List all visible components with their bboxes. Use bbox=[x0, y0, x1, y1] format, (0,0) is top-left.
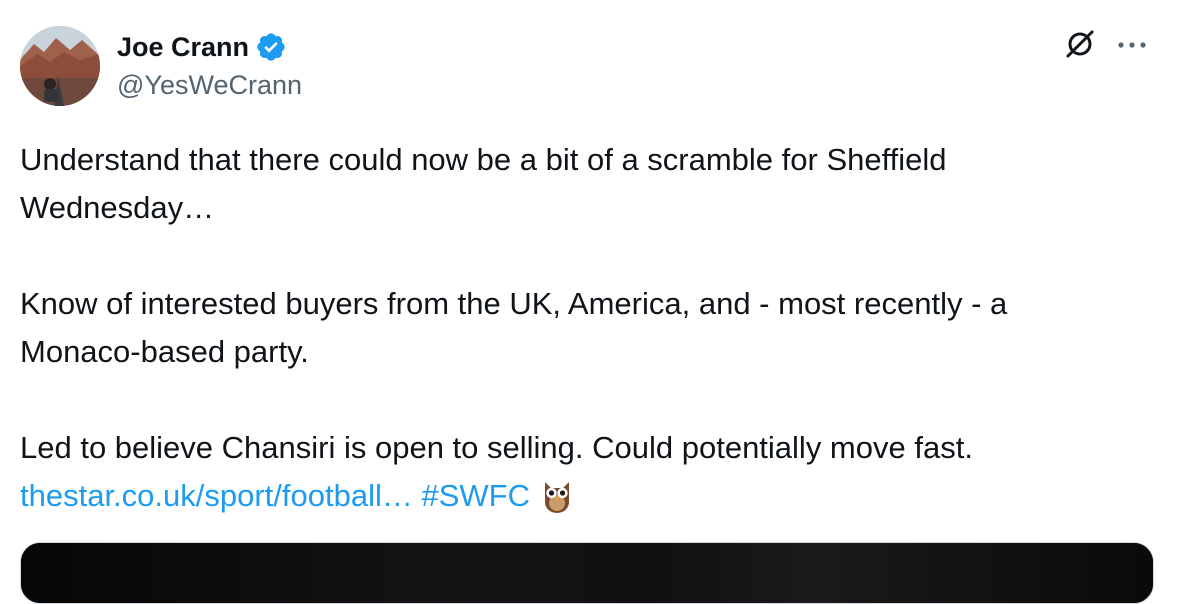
more-options-button[interactable] bbox=[1112, 26, 1152, 66]
author-display-name[interactable]: Joe Crann bbox=[117, 32, 249, 63]
grok-icon bbox=[1064, 28, 1096, 65]
tweet-line: Led to believe Chansiri is open to selli… bbox=[20, 430, 973, 465]
tweet-line: Monaco-based party. bbox=[20, 334, 309, 369]
owl-emoji-icon bbox=[540, 476, 574, 514]
author-name-row[interactable]: Joe Crann bbox=[117, 30, 287, 64]
tweet-line: Know of interested buyers from the UK, A… bbox=[20, 286, 1008, 321]
more-dots-icon bbox=[1116, 37, 1148, 55]
avatar[interactable] bbox=[20, 26, 100, 106]
hashtag-link[interactable]: #SWFC bbox=[422, 478, 531, 513]
tweet[interactable]: Joe Crann @YesWeCrann Understand that th… bbox=[0, 0, 1180, 604]
tweet-line: Understand that there could now be a bit… bbox=[20, 142, 947, 177]
grok-button[interactable] bbox=[1060, 26, 1100, 66]
media-preview[interactable] bbox=[20, 542, 1154, 604]
author-handle[interactable]: @YesWeCrann bbox=[117, 70, 302, 101]
tweet-text: Understand that there could now be a bit… bbox=[20, 136, 1165, 520]
media-image bbox=[21, 543, 1153, 603]
article-link[interactable]: thestar.co.uk/sport/football… bbox=[20, 478, 413, 513]
tweet-line: Wednesday… bbox=[20, 190, 215, 225]
verified-badge-icon[interactable] bbox=[255, 31, 287, 63]
tweet-link-line: thestar.co.uk/sport/football… #SWFC bbox=[20, 472, 1165, 520]
